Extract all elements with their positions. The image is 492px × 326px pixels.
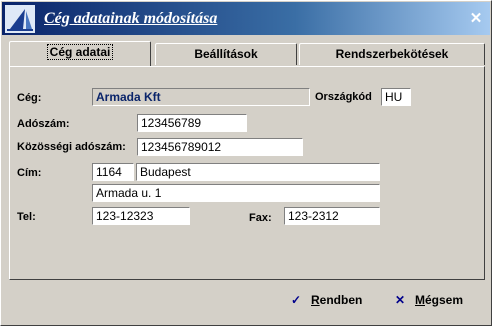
cancel-button-accel: M xyxy=(415,293,425,307)
cross-icon: ✕ xyxy=(394,293,406,307)
ok-button[interactable]: ✓ Rendben xyxy=(289,290,362,310)
tab-company-data[interactable]: Cég adatai xyxy=(9,41,151,66)
ok-button-label: endben xyxy=(319,293,363,307)
tab-label: Rendszerbekötések xyxy=(335,47,449,61)
zip-code-field[interactable]: 1164 xyxy=(92,163,134,181)
company-label: Cég: xyxy=(17,92,42,104)
window-title: Cég adatainak módosítása xyxy=(44,10,218,27)
title-bar[interactable]: Cég adatainak módosítása ✕ xyxy=(2,2,490,35)
country-code-field[interactable]: HU xyxy=(381,88,411,106)
country-code-label: Országkód xyxy=(315,91,372,103)
company-field[interactable]: Armada Kft xyxy=(92,88,310,106)
tax-number-label: Adószám: xyxy=(17,118,70,130)
street-field[interactable]: Armada u. 1 xyxy=(92,184,380,202)
tab-settings[interactable]: Beállítások xyxy=(155,43,297,65)
tab-system-connections[interactable]: Rendszerbekötések xyxy=(299,43,485,65)
eu-tax-number-label: Közösségi adószám: xyxy=(17,141,126,153)
address-label: Cím: xyxy=(17,167,42,179)
tax-number-field[interactable]: 123456789 xyxy=(137,114,247,132)
cancel-button[interactable]: ✕ Mégsem xyxy=(393,290,463,310)
city-field[interactable]: Budapest xyxy=(136,163,380,181)
tab-bar: Cég adatai Beállítások Rendszerbekötések xyxy=(9,41,485,67)
phone-field[interactable]: 123-12323 xyxy=(92,207,190,225)
ok-button-accel: R xyxy=(311,293,320,307)
fax-label: Fax: xyxy=(249,212,272,224)
tab-label: Beállítások xyxy=(194,47,258,61)
close-icon[interactable]: ✕ xyxy=(468,11,484,27)
tab-label: Cég adatai xyxy=(46,44,114,60)
eu-tax-number-field[interactable]: 123456789012 xyxy=(137,138,303,156)
tab-panel: Cég: Armada Kft Országkód HU Adószám: 12… xyxy=(9,66,485,280)
fax-field[interactable]: 123-2312 xyxy=(284,207,380,225)
checkmark-icon: ✓ xyxy=(290,293,302,307)
phone-label: Tel: xyxy=(17,211,36,223)
cancel-button-label: égsem xyxy=(425,293,464,307)
app-logo-icon xyxy=(5,5,35,33)
dialog-window: Cég adatainak módosítása ✕ Cég adatai Be… xyxy=(0,0,492,326)
